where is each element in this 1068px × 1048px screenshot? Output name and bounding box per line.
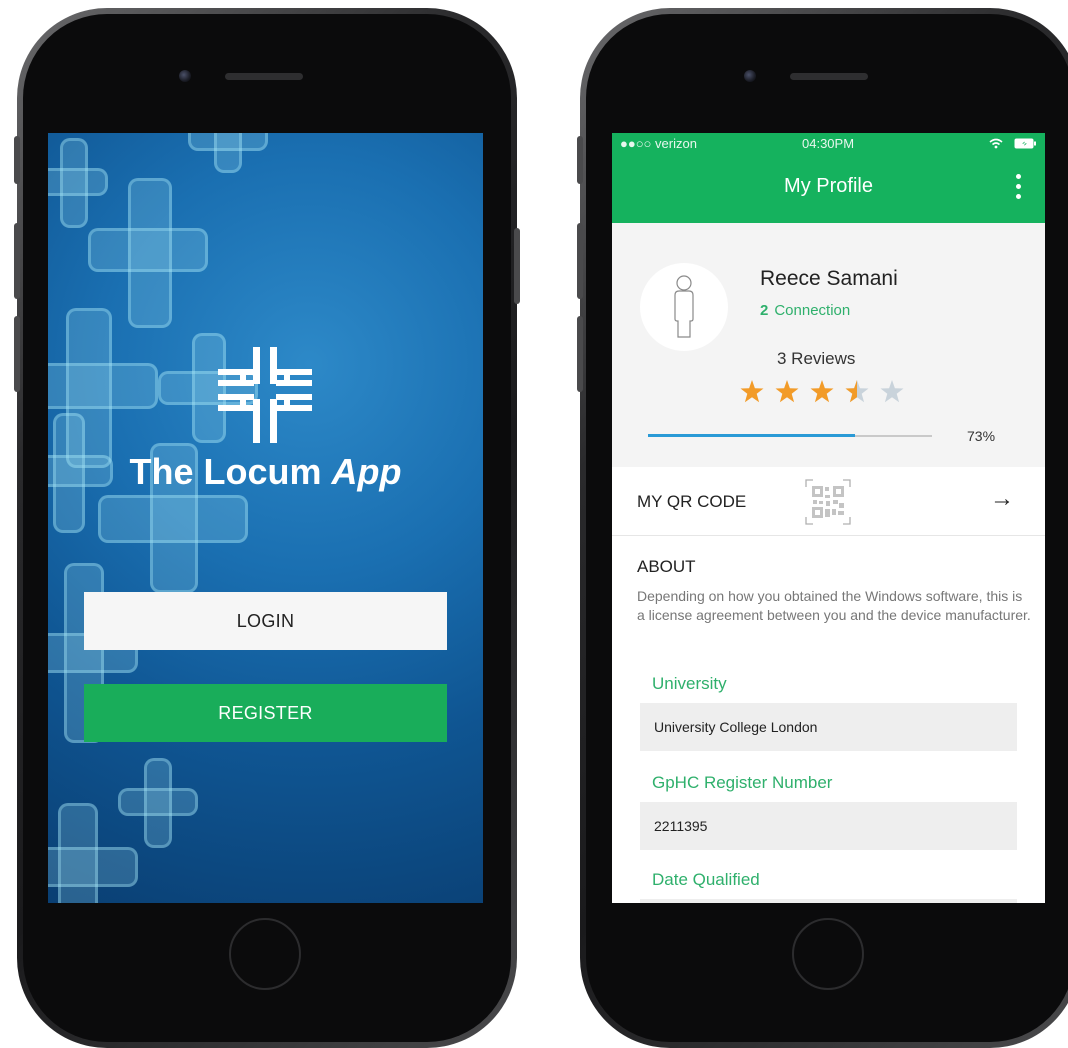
avatar[interactable]	[640, 263, 728, 351]
page-title: My Profile	[784, 175, 873, 197]
star-empty-icon	[880, 380, 904, 403]
app-header: ●●○○ verizon 04:30PM My Profile	[612, 133, 1045, 223]
front-camera	[179, 70, 191, 82]
volume-up-button	[14, 223, 20, 299]
connections-link[interactable]: 2 Connection	[760, 302, 850, 319]
login-screen: The Locum App LOGIN REGISTER	[48, 133, 483, 903]
arrow-right-icon[interactable]: →	[990, 485, 1014, 513]
locum-app-logo-icon	[218, 347, 312, 443]
about-text: Depending on how you obtained the Window…	[637, 588, 1031, 623]
battery-icon	[1014, 138, 1036, 149]
connection-count: 2	[760, 302, 769, 319]
volume-down-button	[14, 316, 20, 392]
background-cross-decoration	[48, 803, 138, 903]
connection-label: Connection	[774, 302, 851, 319]
gphc-register-number-field[interactable]: 2211395	[640, 802, 1017, 850]
home-button[interactable]	[792, 918, 864, 990]
reviews-count[interactable]: 3 Reviews	[777, 349, 855, 369]
mute-switch	[14, 136, 20, 184]
volume-up-button	[577, 223, 583, 299]
date-qualified-field[interactable]	[640, 899, 1017, 903]
about-title: ABOUT	[637, 557, 696, 576]
star-half-icon	[845, 380, 869, 403]
login-button[interactable]: LOGIN	[84, 592, 447, 650]
star-full-icon	[775, 380, 799, 403]
profile-progress-percent: 73%	[967, 428, 996, 444]
background-cross-decoration	[48, 138, 108, 228]
carrier-indicator: ●●○○ verizon	[620, 136, 697, 151]
volume-down-button	[577, 316, 583, 392]
wifi-icon	[989, 138, 1003, 149]
power-button	[514, 228, 520, 304]
background-cross-decoration	[188, 133, 268, 173]
field-label-university: University	[652, 674, 727, 693]
earpiece-speaker	[225, 73, 303, 80]
status-time: 04:30PM	[802, 136, 855, 151]
register-button[interactable]: REGISTER	[84, 684, 447, 742]
profile-progress-fill	[648, 434, 856, 437]
qr-code-label: MY QR CODE	[637, 492, 747, 511]
rating-stars	[740, 380, 904, 403]
field-label-gphc: GpHC Register Number	[652, 773, 833, 792]
field-label-date-qualified: Date Qualified	[652, 870, 760, 889]
more-options-icon[interactable]	[1016, 174, 1022, 204]
home-button[interactable]	[229, 918, 301, 990]
university-field[interactable]: University College London	[640, 703, 1017, 751]
profile-screen: ●●○○ verizon 04:30PM My Profile Reece Sa…	[612, 133, 1045, 903]
profile-summary: Reece Samani 2 Connection 3 Reviews 73%	[612, 223, 1045, 467]
qr-code-icon	[805, 479, 851, 525]
user-placeholder-icon	[674, 275, 694, 338]
mute-switch	[577, 136, 583, 184]
user-name: Reece Samani	[760, 267, 898, 290]
app-title-plain: The Locum	[129, 451, 332, 492]
star-full-icon	[810, 380, 834, 403]
earpiece-speaker	[790, 73, 868, 80]
front-camera	[744, 70, 756, 82]
profile-progress-bar	[648, 434, 932, 437]
star-full-icon	[740, 380, 764, 403]
my-qr-code-row[interactable]: MY QR CODE →	[612, 467, 1045, 536]
app-title: The Locum App	[48, 451, 483, 493]
app-title-italic: App	[331, 451, 402, 492]
